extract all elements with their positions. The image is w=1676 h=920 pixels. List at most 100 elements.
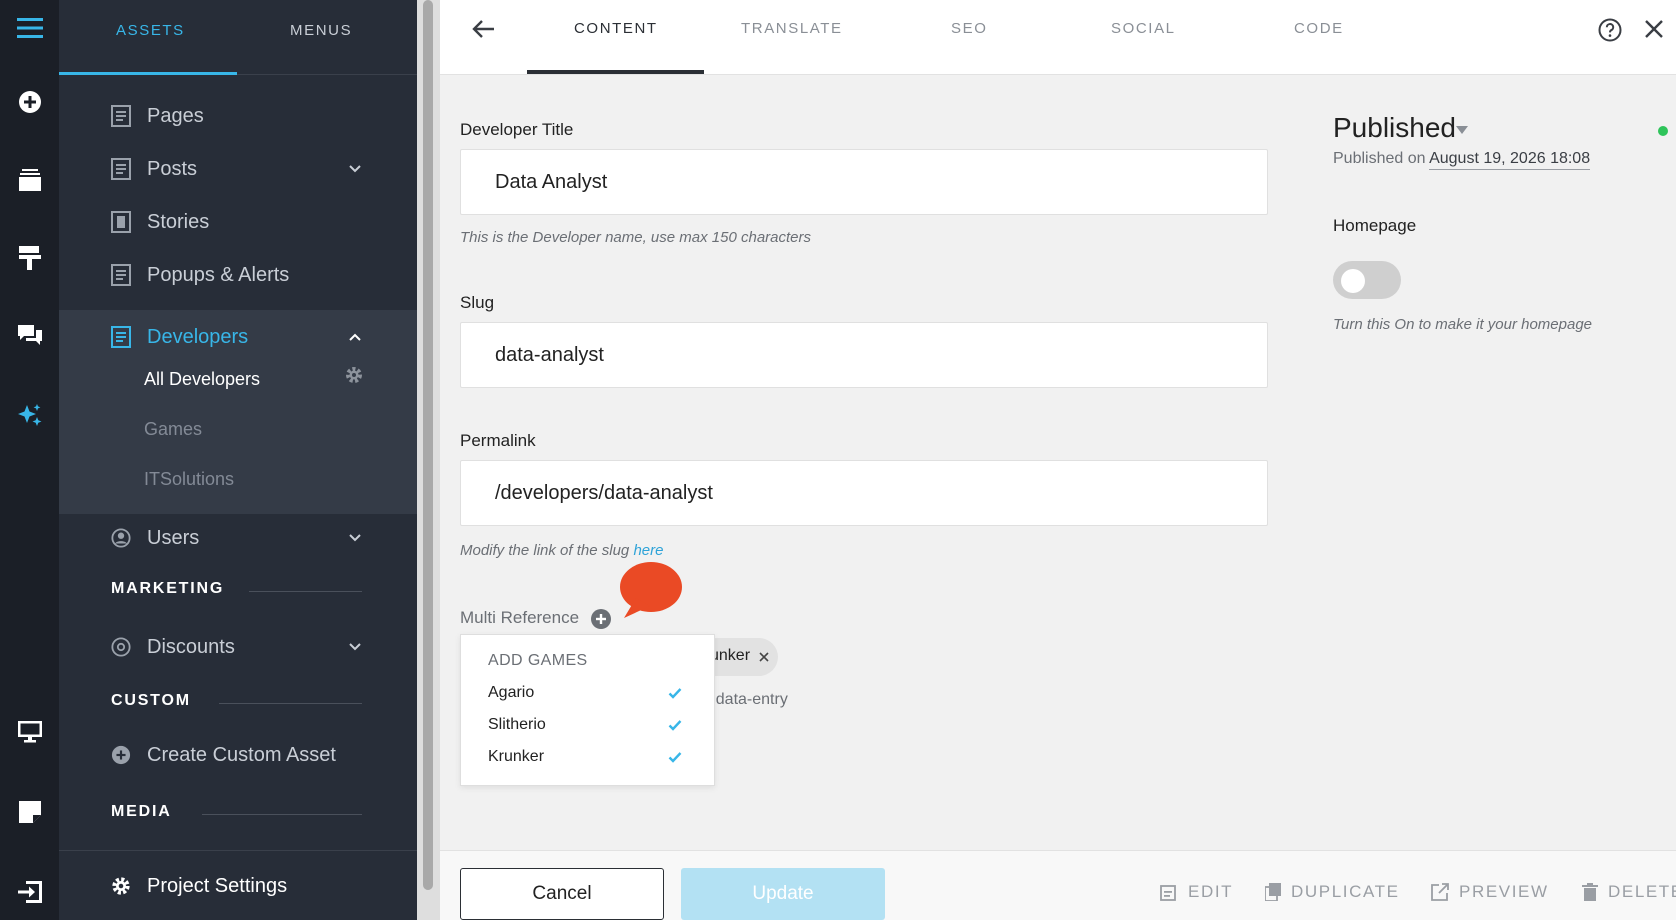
chevron-up-icon[interactable] xyxy=(349,333,361,341)
help-icon[interactable] xyxy=(1598,18,1622,42)
layers-icon[interactable] xyxy=(0,160,59,200)
sidebar-item-label: Discounts xyxy=(147,635,235,658)
subitem-games[interactable]: Games xyxy=(144,419,202,440)
logout-icon[interactable] xyxy=(0,872,59,912)
scrollbar-thumb[interactable] xyxy=(423,0,433,890)
sidebar-item-label: Developers xyxy=(147,325,249,348)
dropdown-header: ADD GAMES xyxy=(488,652,588,669)
sidebar-item-stories[interactable]: Stories xyxy=(59,195,417,249)
preview-action[interactable]: PREVIEW xyxy=(1431,882,1549,902)
chevron-down-icon[interactable] xyxy=(349,643,361,651)
chevron-down-icon[interactable] xyxy=(349,534,361,542)
sidebar-item-label: Posts xyxy=(147,157,198,180)
add-reference-icon[interactable] xyxy=(590,608,612,630)
project-settings-bar: Project Settings xyxy=(59,850,417,920)
sidebar: ASSETS MENUS Pages Posts Stories Popups … xyxy=(59,0,417,920)
duplicate-label: DUPLICATE xyxy=(1291,882,1400,901)
published-date[interactable]: August 19, 2026 18:08 xyxy=(1429,150,1591,170)
sidebar-item-label: Create Custom Asset xyxy=(147,743,336,766)
tab-content[interactable]: CONTENT xyxy=(574,20,658,37)
back-arrow-icon[interactable] xyxy=(472,19,496,39)
chat-icon[interactable] xyxy=(0,316,59,356)
caret-down-icon[interactable] xyxy=(1456,126,1468,134)
cancel-button[interactable]: Cancel xyxy=(460,868,664,920)
duplicate-icon xyxy=(1265,883,1281,901)
duplicate-action[interactable]: DUPLICATE xyxy=(1265,882,1400,902)
tab-code[interactable]: CODE xyxy=(1294,20,1344,37)
sidebar-tabs: ASSETS MENUS xyxy=(59,0,417,75)
tab-translate[interactable]: TRANSLATE xyxy=(741,20,843,37)
chevron-down-icon[interactable] xyxy=(349,165,361,173)
title-help: This is the Developer name, use max 150 … xyxy=(460,229,811,246)
note-icon[interactable] xyxy=(0,792,59,832)
sidebar-item-project-settings[interactable]: Project Settings xyxy=(59,859,417,913)
divider xyxy=(202,814,362,815)
title-input[interactable]: Data Analyst xyxy=(460,149,1268,215)
sidebar-item-label: Popups & Alerts xyxy=(147,263,290,286)
preview-label: PREVIEW xyxy=(1459,882,1549,901)
subitem-itsolutions[interactable]: ITSolutions xyxy=(144,469,234,490)
trash-icon xyxy=(1582,883,1598,901)
tag-label: unker xyxy=(710,647,751,664)
active-tab-indicator xyxy=(59,72,237,75)
active-tab-indicator xyxy=(527,70,704,74)
add-games-dropdown: ADD GAMES Agario Slitherio Krunker xyxy=(460,634,715,786)
permalink-input[interactable]: /developers/data-analyst xyxy=(460,460,1268,526)
tab-social[interactable]: SOCIAL xyxy=(1111,20,1176,37)
editor-tabs: CONTENT TRANSLATE SEO SOCIAL CODE xyxy=(440,0,1676,75)
page-icon xyxy=(111,105,131,127)
sidebar-item-posts[interactable]: Posts xyxy=(59,142,417,196)
sidebar-item-label: Project Settings xyxy=(147,874,288,897)
tab-assets[interactable]: ASSETS xyxy=(116,22,185,39)
edit-action[interactable]: EDIT xyxy=(1160,882,1233,902)
monitor-icon[interactable] xyxy=(0,712,59,752)
tab-menus[interactable]: MENUS xyxy=(290,22,352,39)
user-icon xyxy=(111,528,131,548)
homepage-label: Homepage xyxy=(1333,216,1417,235)
remove-tag-icon[interactable] xyxy=(759,652,769,662)
edit-label: EDIT xyxy=(1188,882,1234,901)
sidebar-item-users[interactable]: Users xyxy=(59,511,417,565)
sidebar-item-developers[interactable]: Developers xyxy=(59,310,417,364)
homepage-help: Turn this On to make it your homepage xyxy=(1333,316,1593,333)
slug-label: Slug xyxy=(460,293,495,312)
delete-action[interactable]: DELETE xyxy=(1582,882,1676,902)
external-link-icon xyxy=(1431,883,1449,901)
permalink-help: Modify the link of the slug here xyxy=(460,542,663,559)
status-label[interactable]: Published xyxy=(1333,112,1456,144)
sidebar-item-discounts[interactable]: Discounts xyxy=(59,620,417,674)
toggle-knob xyxy=(1341,269,1365,293)
icon-rail xyxy=(0,0,59,920)
gear-icon[interactable] xyxy=(344,365,364,385)
check-icon xyxy=(668,688,682,699)
speech-bubble-icon xyxy=(620,562,682,618)
multiref-label: Multi Reference xyxy=(460,608,580,627)
update-button[interactable]: Update xyxy=(681,868,885,920)
slug-link[interactable]: here xyxy=(633,542,663,559)
subitem-all-developers[interactable]: All Developers xyxy=(144,369,260,390)
delete-label: DELETE xyxy=(1608,882,1676,901)
permalink-help-text: Modify the link of the slug xyxy=(460,542,630,559)
menu-icon[interactable] xyxy=(0,8,59,48)
dropdown-option[interactable]: Slitherio xyxy=(488,716,546,734)
add-icon[interactable] xyxy=(0,82,59,122)
check-icon xyxy=(668,752,682,763)
gear-icon xyxy=(112,877,130,895)
paint-roller-icon[interactable] xyxy=(0,238,59,278)
developers-group: Developers All Developers Games ITSoluti… xyxy=(59,310,417,514)
add-circle-icon xyxy=(111,745,131,765)
close-icon[interactable] xyxy=(1644,19,1664,39)
sidebar-item-create-custom[interactable]: Create Custom Asset xyxy=(59,728,417,782)
at-icon xyxy=(111,637,131,657)
status-indicator xyxy=(1658,126,1668,136)
tab-seo[interactable]: SEO xyxy=(951,20,987,37)
slug-input[interactable]: data-analyst xyxy=(460,322,1268,388)
sparkle-icon[interactable] xyxy=(0,396,59,436)
sidebar-item-pages[interactable]: Pages xyxy=(59,89,417,143)
dropdown-option[interactable]: Krunker xyxy=(488,748,544,766)
published-on: Published on August 19, 2026 18:08 xyxy=(1333,150,1591,170)
sidebar-item-popups[interactable]: Popups & Alerts xyxy=(59,248,417,302)
divider xyxy=(249,591,362,592)
dropdown-option[interactable]: Agario xyxy=(488,684,534,702)
field-hint: r data-entry xyxy=(706,691,788,708)
